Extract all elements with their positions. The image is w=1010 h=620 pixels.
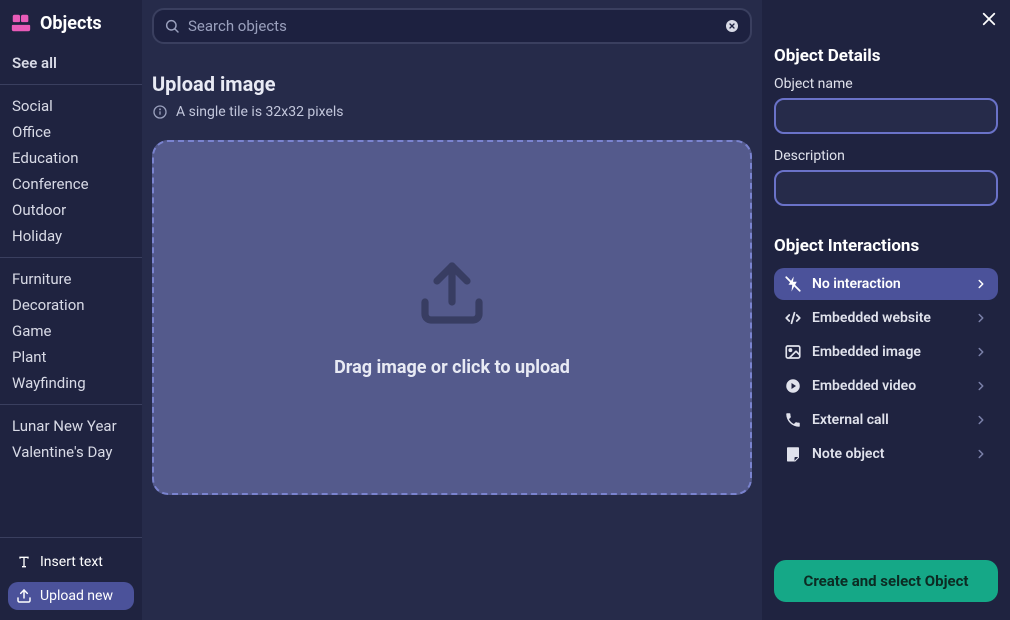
- description-label: Description: [774, 148, 998, 164]
- phone-icon: [784, 411, 802, 429]
- interaction-item[interactable]: Note object: [774, 438, 998, 470]
- note-icon: [784, 445, 802, 463]
- interaction-label: No interaction: [812, 276, 964, 292]
- image-icon: [784, 343, 802, 361]
- close-icon: [980, 10, 998, 28]
- chevron-right-icon: [974, 277, 988, 291]
- sidebar-category-item[interactable]: Wayfinding: [0, 370, 142, 396]
- description-input[interactable]: [774, 170, 998, 206]
- interaction-item[interactable]: Embedded video: [774, 370, 998, 402]
- upload-section: Upload image A single tile is 32x32 pixe…: [152, 44, 752, 495]
- details-footer: Create and select Object: [762, 544, 1010, 620]
- insert-text-button[interactable]: Insert text: [8, 548, 134, 576]
- main-panel: Upload image A single tile is 32x32 pixe…: [142, 0, 762, 620]
- interaction-item[interactable]: Embedded image: [774, 336, 998, 368]
- upload-new-button[interactable]: Upload new: [8, 582, 134, 610]
- insert-text-label: Insert text: [40, 554, 103, 570]
- sidebar-category-item[interactable]: Plant: [0, 344, 142, 370]
- upload-hint-text: A single tile is 32x32 pixels: [176, 104, 344, 120]
- interaction-label: Embedded website: [812, 310, 964, 326]
- sidebar: Objects See all SocialOfficeEducationCon…: [0, 0, 142, 620]
- play-icon: [784, 377, 802, 395]
- upload-dropzone[interactable]: Drag image or click to upload: [152, 140, 752, 495]
- interaction-label: Note object: [812, 446, 964, 462]
- sidebar-category-item[interactable]: Office: [0, 119, 142, 145]
- sidebar-category-item[interactable]: Valentine's Day: [0, 439, 142, 465]
- upload-hint: A single tile is 32x32 pixels: [152, 104, 752, 120]
- details-top-bar: [762, 0, 1010, 34]
- chevron-right-icon: [974, 311, 988, 325]
- interaction-label: Embedded video: [812, 378, 964, 394]
- search-clear-button[interactable]: [724, 18, 740, 34]
- interaction-item[interactable]: Embedded website: [774, 302, 998, 334]
- interactions-title: Object Interactions: [774, 220, 998, 268]
- interaction-label: External call: [812, 412, 964, 428]
- no-interaction-icon: [784, 275, 802, 293]
- sidebar-category-item[interactable]: Education: [0, 145, 142, 171]
- info-icon: [152, 104, 168, 120]
- upload-cloud-icon: [416, 257, 488, 329]
- sidebar-category-item[interactable]: Game: [0, 318, 142, 344]
- sidebar-header: Objects: [0, 0, 142, 46]
- interaction-label: Embedded image: [812, 344, 964, 360]
- upload-title: Upload image: [152, 72, 752, 96]
- details-body: Object Details Object name Description O…: [762, 34, 1010, 544]
- details-panel: Object Details Object name Description O…: [762, 0, 1010, 620]
- code-icon: [784, 309, 802, 327]
- chevron-right-icon: [974, 447, 988, 461]
- sidebar-categories: See all SocialOfficeEducationConferenceO…: [0, 46, 142, 537]
- objects-icon: [10, 12, 32, 34]
- clear-icon: [724, 18, 740, 34]
- sidebar-category-item[interactable]: Conference: [0, 171, 142, 197]
- search-input[interactable]: [188, 17, 716, 35]
- sidebar-category-item[interactable]: Holiday: [0, 223, 142, 249]
- object-name-label: Object name: [774, 76, 998, 92]
- search-icon: [164, 18, 180, 34]
- sidebar-category-item[interactable]: Outdoor: [0, 197, 142, 223]
- chevron-right-icon: [974, 345, 988, 359]
- close-button[interactable]: [980, 10, 998, 28]
- object-name-input[interactable]: [774, 98, 998, 134]
- sidebar-see-all[interactable]: See all: [0, 46, 142, 85]
- sidebar-category-item[interactable]: Decoration: [0, 292, 142, 318]
- interaction-list: No interaction Embedded website Embedded i…: [774, 268, 998, 470]
- sidebar-category-item[interactable]: Lunar New Year: [0, 413, 142, 439]
- sidebar-category-item[interactable]: Furniture: [0, 266, 142, 292]
- search-bar[interactable]: [152, 8, 752, 44]
- upload-icon: [16, 588, 32, 604]
- dropzone-text: Drag image or click to upload: [334, 357, 570, 378]
- interaction-item[interactable]: No interaction: [774, 268, 998, 300]
- object-details-title: Object Details: [774, 34, 998, 76]
- text-icon: [16, 554, 32, 570]
- sidebar-title: Objects: [40, 13, 102, 34]
- sidebar-category-item[interactable]: Social: [0, 93, 142, 119]
- sidebar-footer: Insert text Upload new: [0, 537, 142, 620]
- create-select-button[interactable]: Create and select Object: [774, 560, 998, 602]
- chevron-right-icon: [974, 413, 988, 427]
- interaction-item[interactable]: External call: [774, 404, 998, 436]
- chevron-right-icon: [974, 379, 988, 393]
- upload-new-label: Upload new: [40, 588, 113, 604]
